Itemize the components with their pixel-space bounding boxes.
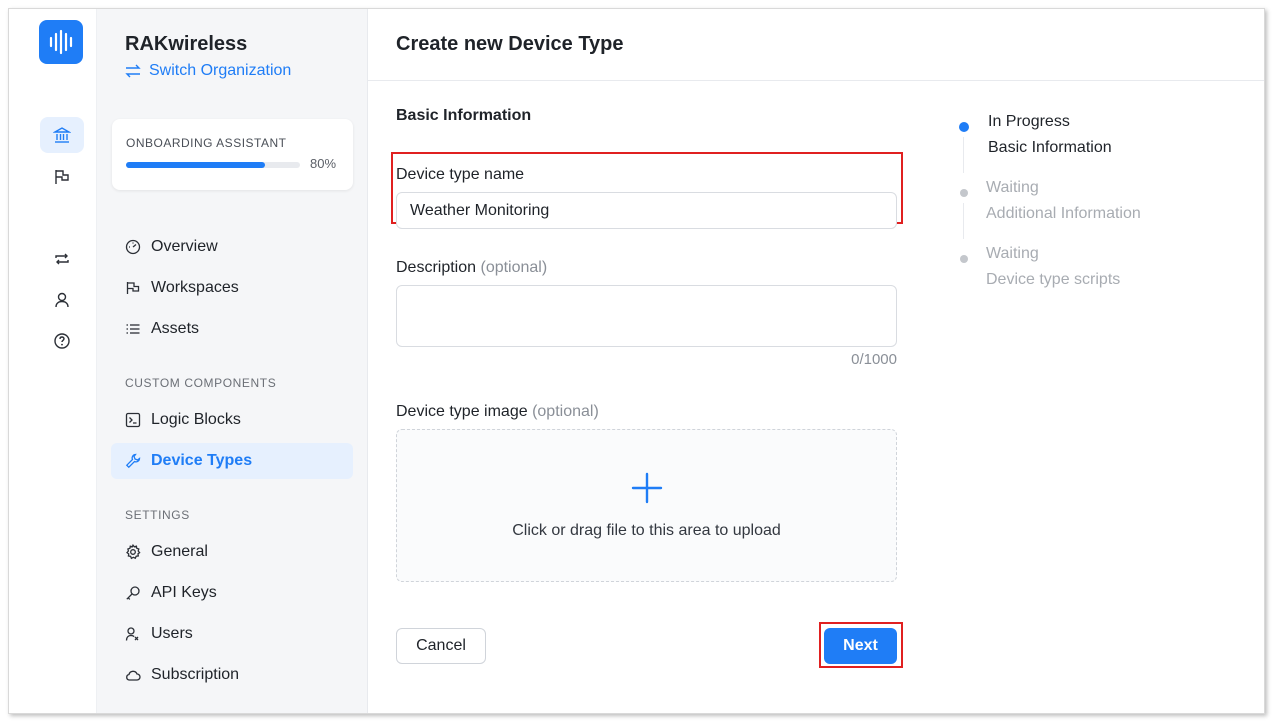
step-status: In Progress xyxy=(988,113,1070,130)
device-type-form: Basic Information Device type name Descr… xyxy=(391,107,903,668)
main-content: Create new Device Type Basic Information… xyxy=(368,9,1264,713)
sidebar-item-general[interactable]: General xyxy=(111,534,353,570)
swap-arrows-icon xyxy=(125,64,141,78)
description-char-counter: 0/1000 xyxy=(851,351,897,368)
sidebar-item-label: Device Types xyxy=(151,452,253,469)
onboarding-title: ONBOARDING ASSISTANT xyxy=(126,136,287,150)
step-name: Device type scripts xyxy=(986,271,1121,288)
dashboard-icon xyxy=(125,239,141,255)
switch-organization-label: Switch Organization xyxy=(149,62,292,79)
description-label-text: Description xyxy=(396,259,477,276)
logo-waveform-icon xyxy=(49,29,73,55)
sidebar-item-label: Users xyxy=(151,625,193,642)
cancel-button[interactable]: Cancel xyxy=(396,628,486,664)
sidebar-item-subscription[interactable]: Subscription xyxy=(111,657,353,693)
flag-icon xyxy=(126,282,140,294)
sidebar: RAKwireless Switch Organization ONBOARDI… xyxy=(97,9,368,713)
device-type-image-label: Device type image (optional) xyxy=(396,403,599,421)
rail-profile-button[interactable] xyxy=(40,282,84,318)
plus-icon xyxy=(631,472,662,503)
terminal-icon xyxy=(125,412,141,428)
sidebar-item-assets[interactable]: Assets xyxy=(111,311,353,347)
app-logo[interactable] xyxy=(39,20,83,64)
rail-switch-button[interactable] xyxy=(40,241,84,277)
onboarding-assistant-card[interactable]: ONBOARDING ASSISTANT 80% xyxy=(112,119,353,190)
onboarding-percent: 80% xyxy=(310,156,337,171)
rail-organization-button[interactable] xyxy=(40,117,84,153)
page-header: Create new Device Type xyxy=(368,9,1264,81)
flag-icon xyxy=(55,170,69,184)
onboarding-progress-bar xyxy=(126,162,300,168)
sidebar-item-label: API Keys xyxy=(151,584,217,601)
user-icon xyxy=(55,292,69,308)
next-button[interactable]: Next xyxy=(824,628,897,664)
onboarding-progress-fill xyxy=(126,162,266,168)
sidebar-item-device-types[interactable]: Device Types xyxy=(111,443,353,479)
sidebar-item-users[interactable]: Users xyxy=(111,616,353,652)
app-window: RAKwireless Switch Organization ONBOARDI… xyxy=(8,8,1265,714)
key-icon xyxy=(126,586,140,600)
sidebar-item-label: Subscription xyxy=(151,666,240,683)
users-icon xyxy=(125,627,139,641)
rail-workspaces-button[interactable] xyxy=(40,159,84,195)
step-status: Waiting xyxy=(986,245,1039,262)
image-optional-hint: (optional) xyxy=(532,403,599,420)
section-label-settings: SETTINGS xyxy=(125,508,190,522)
step-status: Waiting xyxy=(986,179,1039,196)
sidebar-item-workspaces[interactable]: Workspaces xyxy=(111,270,353,306)
image-label-text: Device type image xyxy=(396,403,528,420)
device-type-name-input[interactable] xyxy=(396,192,897,229)
sidebar-item-label: Workspaces xyxy=(151,279,239,296)
gear-icon xyxy=(126,544,141,560)
step-dot-waiting xyxy=(960,189,968,197)
sidebar-item-label: Assets xyxy=(151,320,200,337)
step-name: Additional Information xyxy=(986,205,1141,222)
step-connector xyxy=(963,203,964,239)
wrench-icon xyxy=(125,453,141,469)
basic-information-heading: Basic Information xyxy=(396,107,532,124)
step-dot-waiting xyxy=(960,255,968,263)
bank-icon xyxy=(53,127,71,143)
icon-rail xyxy=(9,9,97,713)
section-label-custom-components: CUSTOM COMPONENTS xyxy=(125,376,277,390)
step-connector xyxy=(963,137,964,173)
sidebar-item-api-keys[interactable]: API Keys xyxy=(111,575,353,611)
repeat-icon xyxy=(55,253,69,265)
device-type-name-label: Device type name xyxy=(396,166,525,183)
sidebar-item-label: Logic Blocks xyxy=(151,411,241,428)
sidebar-item-label: Overview xyxy=(151,238,218,255)
help-icon xyxy=(54,333,70,349)
step-name: Basic Information xyxy=(988,139,1112,156)
description-optional-hint: (optional) xyxy=(480,259,548,276)
sidebar-item-logic-blocks[interactable]: Logic Blocks xyxy=(111,402,353,438)
description-label: Description (optional) xyxy=(396,259,547,277)
description-textarea[interactable] xyxy=(396,285,897,347)
rail-help-button[interactable] xyxy=(40,323,84,359)
page-title: Create new Device Type xyxy=(396,33,624,55)
switch-organization-link[interactable]: Switch Organization xyxy=(125,62,291,80)
list-icon xyxy=(126,324,140,334)
sidebar-item-label: General xyxy=(151,543,208,560)
cloud-icon xyxy=(126,670,141,681)
sidebar-item-overview[interactable]: Overview xyxy=(111,229,353,265)
step-dot-active xyxy=(959,122,969,132)
image-upload-dropzone[interactable]: Click or drag file to this area to uploa… xyxy=(396,429,897,582)
upload-instructions: Click or drag file to this area to uploa… xyxy=(512,521,781,539)
organization-name: RAKwireless xyxy=(125,33,248,55)
